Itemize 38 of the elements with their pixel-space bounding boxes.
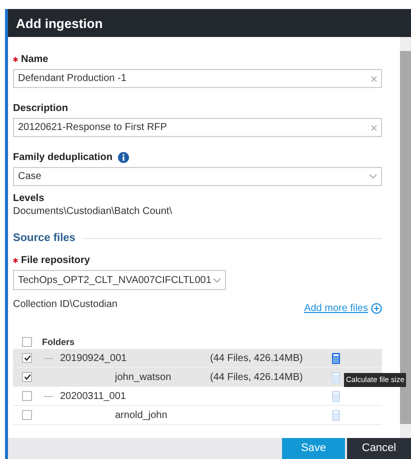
add-icon[interactable] bbox=[371, 303, 382, 314]
field-label: Description bbox=[13, 102, 68, 115]
folder-name: arnold_john bbox=[115, 408, 168, 422]
folder-name: 20190924_001 bbox=[60, 352, 128, 364]
chevron-down-icon bbox=[369, 174, 377, 179]
cancel-button[interactable]: Cancel bbox=[347, 438, 411, 459]
file-count: (44 Files, 426.14MB) bbox=[210, 370, 304, 384]
check-icon bbox=[24, 355, 30, 361]
checkbox[interactable] bbox=[22, 391, 32, 401]
info-icon[interactable] bbox=[118, 152, 130, 163]
select-field[interactable]: TechOps_OPT2_CLT_NVA007CIFCLTL001 bbox=[13, 270, 226, 290]
input-field[interactable]: 20120621-Response to First RFP bbox=[13, 118, 382, 137]
checkbox[interactable] bbox=[22, 337, 32, 347]
tree-row[interactable]: 20200311_001 bbox=[13, 387, 382, 406]
chevron-down-icon bbox=[213, 278, 221, 282]
folder-name: john_watson bbox=[115, 370, 172, 384]
calculator-icon[interactable] bbox=[332, 352, 340, 364]
section-heading: Source files bbox=[13, 232, 76, 245]
file-count: (44 Files, 426.14MB) bbox=[210, 352, 304, 364]
tree-row[interactable]: 20190924_001 (44 Files, 426.14MB) bbox=[13, 349, 382, 368]
field-label: Family deduplication bbox=[13, 151, 112, 164]
field-label: Name bbox=[21, 53, 48, 66]
path-text: Collection ID\Custodian bbox=[13, 298, 118, 312]
checkbox[interactable] bbox=[22, 410, 32, 420]
check-icon bbox=[24, 374, 30, 380]
tree-row[interactable]: arnold_john bbox=[13, 406, 382, 425]
field-label: Levels bbox=[13, 192, 46, 205]
folder-name: 20200311_001 bbox=[60, 390, 127, 402]
close-icon[interactable] bbox=[371, 76, 377, 82]
input-field[interactable]: Defendant Production -1 bbox=[13, 69, 382, 88]
close-icon[interactable] bbox=[371, 124, 377, 130]
dialog-title: Add ingestion bbox=[8, 9, 411, 37]
column-header: Folders bbox=[42, 336, 75, 348]
checkbox[interactable] bbox=[22, 353, 32, 363]
field-label: File repository bbox=[21, 254, 90, 267]
checkbox[interactable] bbox=[22, 372, 32, 382]
select-field[interactable]: Case bbox=[13, 167, 382, 186]
path-text: Documents\Custodian\Batch Count\ bbox=[13, 205, 173, 218]
